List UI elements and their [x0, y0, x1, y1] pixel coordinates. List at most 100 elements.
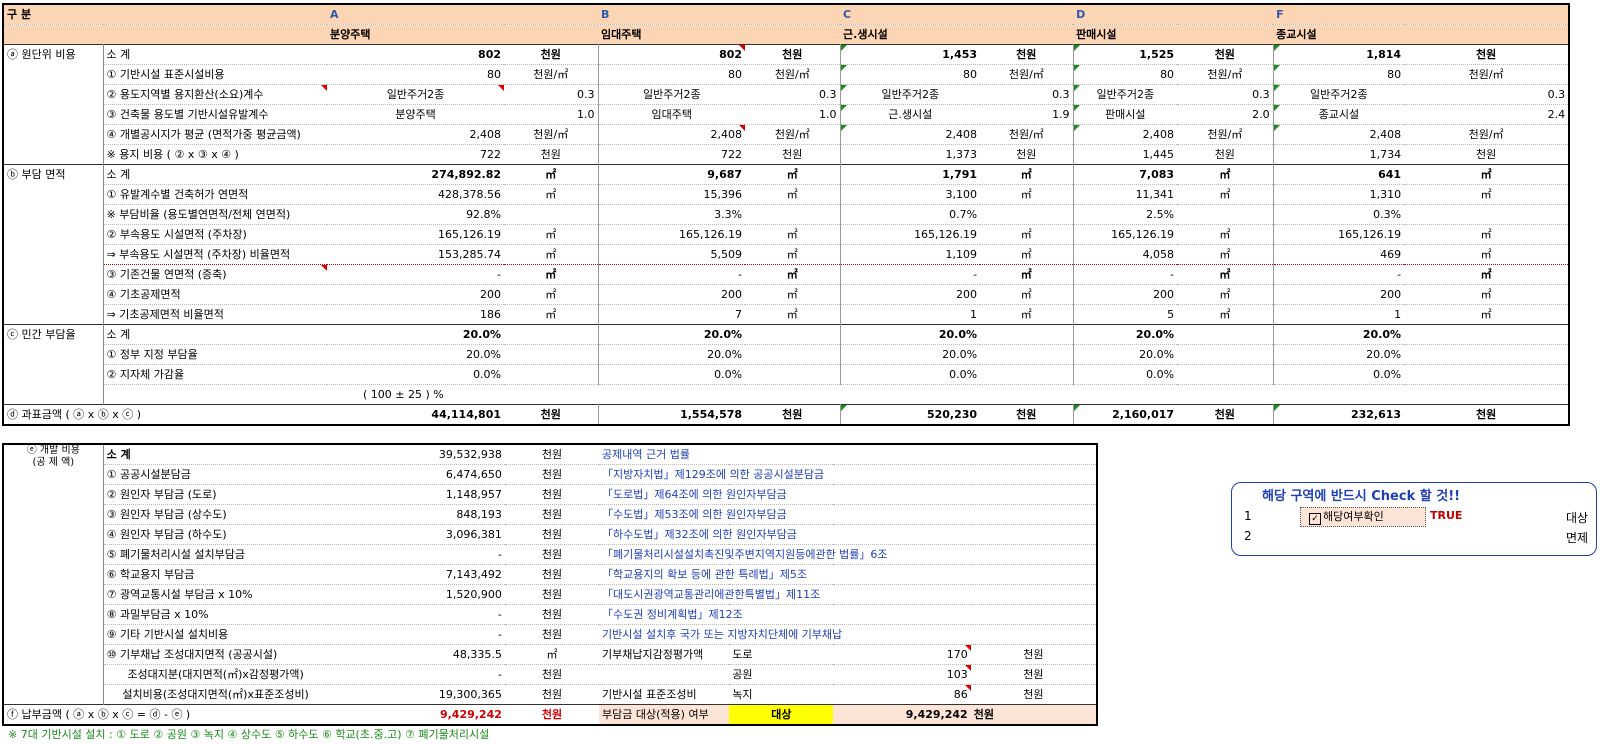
cell-value[interactable]: 6,474,650: [327, 464, 505, 485]
cell-value[interactable]: 186: [327, 304, 505, 325]
cell-value[interactable]: 153,285.74: [327, 244, 505, 265]
cell-value[interactable]: 20.0%: [1273, 344, 1405, 365]
cell-value[interactable]: 1,734: [1273, 144, 1405, 165]
cell-value[interactable]: 1,109: [840, 244, 981, 265]
cell-value[interactable]: 1,373: [840, 144, 981, 165]
cell-value[interactable]: 1,453: [840, 44, 981, 65]
cell-value[interactable]: 2.0: [1177, 104, 1274, 125]
cell-value[interactable]: 19,300,365: [327, 684, 505, 705]
cell-value[interactable]: 80: [1073, 64, 1178, 85]
cell-value[interactable]: 170: [833, 644, 971, 665]
cell-value[interactable]: -: [327, 544, 505, 565]
zone-select[interactable]: 일반주거2종: [1073, 84, 1178, 105]
cell-value[interactable]: 1.9: [980, 104, 1074, 125]
use-select[interactable]: 종교시설: [1273, 104, 1405, 125]
checkbox-check-icon[interactable]: ✓: [1309, 513, 1321, 525]
cell-value[interactable]: -: [327, 604, 505, 625]
cell-value[interactable]: 103: [833, 664, 971, 685]
cell-value[interactable]: 2,408: [840, 124, 981, 145]
cell-value[interactable]: 20.0%: [840, 324, 981, 345]
cell-value[interactable]: 848,193: [327, 504, 505, 525]
total-amount[interactable]: 9,429,242: [833, 704, 971, 726]
cell-value[interactable]: 802: [598, 44, 746, 65]
cell-value[interactable]: 2.5%: [1073, 204, 1178, 225]
cell-value[interactable]: 200: [327, 284, 505, 305]
cell-value[interactable]: 1,310: [1273, 184, 1405, 205]
cell-value[interactable]: 1: [840, 304, 981, 325]
cell-value[interactable]: -: [1073, 264, 1178, 285]
cell-value[interactable]: 7,083: [1073, 164, 1178, 185]
applicability-status[interactable]: 대상: [729, 704, 834, 726]
cell-value[interactable]: 20.0%: [327, 344, 505, 365]
cell-value[interactable]: 165,126.19: [1273, 224, 1405, 245]
cell-value[interactable]: 48,335.5: [327, 644, 505, 665]
cell-value[interactable]: -: [327, 664, 505, 685]
cell-value[interactable]: 1,520,900: [327, 584, 505, 605]
cell-value[interactable]: 722: [327, 144, 505, 165]
cell-value[interactable]: 0.3: [1404, 84, 1570, 105]
cell-value[interactable]: 2.4: [1404, 104, 1570, 125]
cell-value[interactable]: 2,408: [1073, 124, 1178, 145]
zone-select[interactable]: 일반주거2종: [327, 84, 505, 105]
cell-value[interactable]: 1,814: [1273, 44, 1405, 65]
cell-value[interactable]: 802: [327, 44, 505, 65]
cell-value[interactable]: 0.0%: [840, 364, 981, 385]
cell-value[interactable]: 200: [1273, 284, 1405, 305]
cell-value[interactable]: -: [327, 264, 505, 285]
cell-value[interactable]: 165,126.19: [1073, 224, 1178, 245]
cell-value[interactable]: 80: [1273, 64, 1405, 85]
cell-value[interactable]: 80: [327, 64, 505, 85]
cell-value[interactable]: 80: [598, 64, 746, 85]
use-select[interactable]: 분양주택: [327, 104, 505, 125]
cell-value[interactable]: 1.0: [504, 104, 599, 125]
cell-value[interactable]: 7: [598, 304, 746, 325]
cell-value[interactable]: 0.3: [504, 84, 599, 105]
cell-value[interactable]: 200: [1073, 284, 1178, 305]
use-select[interactable]: 판매시설: [1073, 104, 1178, 125]
cell-value[interactable]: 200: [840, 284, 981, 305]
zone-select[interactable]: 일반주거2종: [1273, 84, 1405, 105]
cell-value[interactable]: -: [327, 624, 505, 645]
cell-value[interactable]: 0.3%: [1273, 204, 1405, 225]
cell-value[interactable]: 0.3: [745, 84, 841, 105]
cell-value[interactable]: 1,554,578: [598, 404, 746, 426]
cell-value[interactable]: 0.0%: [1073, 364, 1178, 385]
zone-select[interactable]: 일반주거2종: [598, 84, 746, 105]
cell-value[interactable]: 20.0%: [598, 344, 746, 365]
cell-value[interactable]: 20.0%: [1073, 324, 1178, 345]
cell-value[interactable]: -: [1273, 264, 1405, 285]
cell-value[interactable]: 86: [833, 684, 971, 705]
cell-value[interactable]: 80: [840, 64, 981, 85]
pay-amount[interactable]: 9,429,242: [327, 704, 505, 726]
cell-value[interactable]: 274,892.82: [327, 164, 505, 185]
cell-value[interactable]: 232,613: [1273, 404, 1405, 426]
cell-value[interactable]: 20.0%: [1273, 324, 1405, 345]
cell-value[interactable]: 165,126.19: [327, 224, 505, 245]
cell-value[interactable]: 11,341: [1073, 184, 1178, 205]
cell-value[interactable]: 2,408: [1273, 124, 1405, 145]
cell-value[interactable]: 469: [1273, 244, 1405, 265]
cell-value[interactable]: 44,114,801: [327, 404, 505, 426]
cell-value[interactable]: 39,532,938: [327, 444, 505, 465]
cell-value[interactable]: 165,126.19: [840, 224, 981, 245]
cell-value[interactable]: 200: [598, 284, 746, 305]
cell-value[interactable]: 0.7%: [840, 204, 981, 225]
cell-value[interactable]: 3,096,381: [327, 524, 505, 545]
cell-value[interactable]: 0.0%: [1273, 364, 1405, 385]
cell-value[interactable]: 2,160,017: [1073, 404, 1178, 426]
cell-value[interactable]: 20.0%: [1073, 344, 1178, 365]
cell-value[interactable]: 641: [1273, 164, 1405, 185]
cell-value[interactable]: -: [598, 264, 746, 285]
cell-value[interactable]: 165,126.19: [598, 224, 746, 245]
cell-value[interactable]: 15,396: [598, 184, 746, 205]
cell-value[interactable]: 1: [1273, 304, 1405, 325]
cell-value[interactable]: 20.0%: [327, 324, 505, 345]
cell-value[interactable]: 520,230: [840, 404, 981, 426]
cell-value[interactable]: 0.3: [1177, 84, 1274, 105]
cell-value[interactable]: 1,148,957: [327, 484, 505, 505]
cell-value[interactable]: 2,408: [598, 124, 746, 145]
cell-value[interactable]: 7,143,492: [327, 564, 505, 585]
cell-value[interactable]: 0.3: [980, 84, 1074, 105]
cell-value[interactable]: 1.0: [745, 104, 841, 125]
cell-value[interactable]: 4,058: [1073, 244, 1178, 265]
